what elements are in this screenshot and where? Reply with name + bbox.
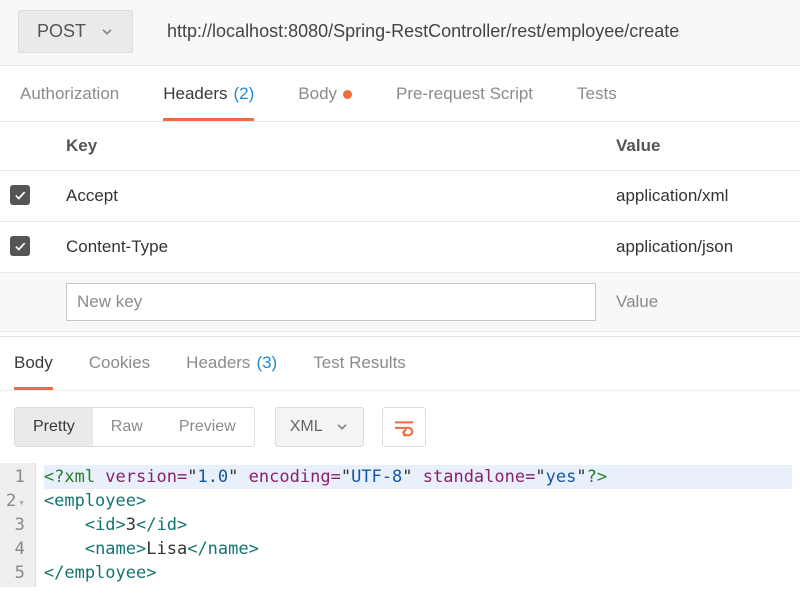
tab-headers-count: (2) bbox=[234, 84, 255, 104]
tab-tests[interactable]: Tests bbox=[577, 84, 617, 121]
res-tab-body[interactable]: Body bbox=[14, 353, 53, 390]
view-mode-preview[interactable]: Preview bbox=[161, 408, 254, 446]
check-icon bbox=[13, 188, 27, 202]
header-key-cell[interactable]: Content-Type bbox=[56, 222, 606, 273]
check-icon bbox=[13, 239, 27, 253]
code-line: <?xml version="1.0" encoding="UTF-8" sta… bbox=[44, 465, 792, 489]
tab-headers-label: Headers bbox=[163, 84, 227, 104]
new-value-placeholder[interactable]: Value bbox=[616, 292, 658, 311]
res-tab-testresults[interactable]: Test Results bbox=[313, 353, 406, 390]
view-mode-pretty[interactable]: Pretty bbox=[15, 408, 93, 446]
row-checkbox[interactable] bbox=[10, 236, 30, 256]
headers-table: Key Value Accept application/xml Content… bbox=[0, 122, 800, 332]
request-bar: POST bbox=[0, 0, 800, 66]
wrap-icon bbox=[393, 416, 415, 438]
res-tab-cookies[interactable]: Cookies bbox=[89, 353, 150, 390]
format-select[interactable]: XML bbox=[275, 407, 364, 447]
new-header-row: Value bbox=[0, 273, 800, 332]
line-number: 3 bbox=[6, 513, 25, 537]
tab-headers[interactable]: Headers (2) bbox=[163, 84, 254, 121]
chevron-down-icon bbox=[335, 420, 349, 434]
code-line: <id>3</id> bbox=[44, 513, 792, 537]
header-value-cell[interactable]: application/xml bbox=[606, 171, 800, 222]
header-value-cell[interactable]: application/json bbox=[606, 222, 800, 273]
table-row: Content-Type application/json bbox=[0, 222, 800, 273]
tab-prerequest[interactable]: Pre-request Script bbox=[396, 84, 533, 121]
tab-body[interactable]: Body bbox=[298, 84, 352, 121]
res-tab-headers-label: Headers bbox=[186, 353, 250, 373]
res-tab-headers-count: (3) bbox=[256, 353, 277, 373]
method-label: POST bbox=[37, 21, 86, 42]
col-value-header: Value bbox=[606, 122, 800, 171]
fold-caret-icon[interactable]: ▾ bbox=[18, 496, 25, 509]
format-label: XML bbox=[290, 418, 323, 436]
unsaved-dot-icon bbox=[343, 90, 352, 99]
code-line: <name>Lisa</name> bbox=[44, 537, 792, 561]
view-mode-raw[interactable]: Raw bbox=[93, 408, 161, 446]
code-body[interactable]: <?xml version="1.0" encoding="UTF-8" sta… bbox=[36, 463, 800, 587]
body-toolbar: Pretty Raw Preview XML bbox=[0, 391, 800, 463]
code-line: </employee> bbox=[44, 561, 792, 585]
request-tabs: Authorization Headers (2) Body Pre-reque… bbox=[0, 66, 800, 122]
method-select[interactable]: POST bbox=[18, 10, 133, 53]
wrap-lines-button[interactable] bbox=[382, 407, 426, 447]
line-number: 1 bbox=[6, 465, 25, 489]
url-input[interactable] bbox=[167, 10, 788, 53]
code-line: <employee> bbox=[44, 489, 792, 513]
line-number: 4 bbox=[6, 537, 25, 561]
view-modes: Pretty Raw Preview bbox=[14, 407, 255, 447]
col-key-header: Key bbox=[56, 122, 606, 171]
chevron-down-icon bbox=[100, 25, 114, 39]
line-number: 5 bbox=[6, 561, 25, 585]
res-tab-headers[interactable]: Headers (3) bbox=[186, 353, 277, 390]
line-number: 2▾ bbox=[6, 489, 25, 513]
response-code: 1 2▾ 3 4 5 <?xml version="1.0" encoding=… bbox=[0, 463, 800, 587]
tab-authorization[interactable]: Authorization bbox=[20, 84, 119, 121]
table-row: Accept application/xml bbox=[0, 171, 800, 222]
new-key-input[interactable] bbox=[66, 283, 596, 321]
response-tabs: Body Cookies Headers (3) Test Results bbox=[0, 336, 800, 391]
tab-body-label: Body bbox=[298, 84, 337, 104]
row-checkbox[interactable] bbox=[10, 185, 30, 205]
header-key-cell[interactable]: Accept bbox=[56, 171, 606, 222]
line-gutter: 1 2▾ 3 4 5 bbox=[0, 463, 36, 587]
col-check bbox=[0, 122, 56, 171]
